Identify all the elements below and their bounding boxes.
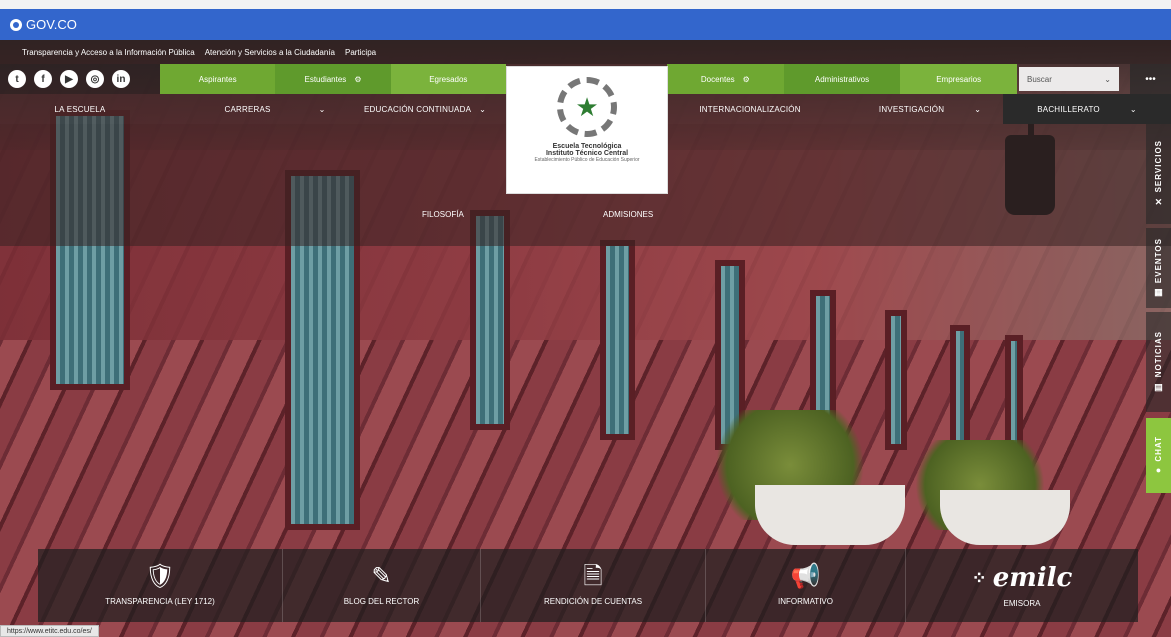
submenu-admisiones[interactable]: ADMISIONES [603,210,653,219]
audience-label: Docentes [700,74,735,84]
quick-link-label: RENDICIÓN DE CUENTAS [543,597,643,606]
radio-waves-icon: ⁘ [971,567,987,589]
institution-logo[interactable]: ★ Escuela Tecnológica Instituto Técnico … [506,66,668,194]
quick-link-blog[interactable]: ✎ BLOG DEL RECTOR [283,549,481,622]
audience-label: Empresarios [936,74,982,84]
rail-label: EVENTOS [1154,237,1163,284]
search-icon[interactable]: ⌄ [1104,75,1111,84]
building-window [885,310,907,450]
audience-right-group: Docentes ⚙ Administrativos Empresarios [667,64,1018,94]
menu-label: EDUCACIÓN CONTINUADA [363,104,472,114]
chevron-down-icon: ⌄ [479,104,487,114]
facebook-icon[interactable]: f [34,70,52,88]
rail-servicios[interactable]: SERVICIOS ✕ [1146,124,1171,224]
rail-label: CHAT [1154,435,1163,462]
chevron-down-icon: ⌄ [1129,104,1137,114]
rail-noticias[interactable]: NOTICIAS ▤ [1146,312,1171,412]
gear-logo-icon: ★ [557,77,617,137]
logo-line-1: Escuela Tecnológica [552,143,622,150]
audience-docentes[interactable]: Docentes ⚙ [667,64,784,94]
flower-pot [755,485,905,545]
social-links: t f ▶ ◎ in [0,64,160,94]
quick-link-label: TRANSPARENCIA (LEY 1712) [105,597,215,606]
audience-label: Aspirantes [198,74,237,84]
browser-top-strip [0,0,1171,9]
audience-label: Administrativos [814,74,870,84]
logo-line-2: Instituto Técnico Central [545,150,629,157]
building-window [600,240,635,440]
quick-link-rendicion[interactable]: 🗎 RENDICIÓN DE CUENTAS [481,549,706,622]
transparency-bar: Transparencia y Acceso a la Información … [0,40,1171,64]
menu-item-bachillerato[interactable]: BACHILLERATO ⌄ [1003,94,1171,124]
quick-link-transparencia[interactable]: 🛡 TRANSPARENCIA (LEY 1712) [38,549,283,622]
chat-icon: ● [1155,465,1162,476]
flower-pot [940,490,1070,545]
shield-check-icon: 🛡 [144,563,176,590]
quick-link-label: EMISORA [1003,599,1041,608]
audience-left-group: Aspirantes Estudiantes ⚙ Egresados [160,64,506,94]
rail-label: SERVICIOS [1154,140,1163,193]
browser-status-url: https://www.etitc.edu.co/es/ [0,625,99,637]
emilc-logo: ⁘ emilc [972,563,1073,593]
close-icon: ✕ [1154,196,1163,207]
document-search-icon: 🗎 [583,563,603,590]
quick-link-emisora[interactable]: ⁘ emilc EMISORA [906,549,1138,622]
twitter-icon[interactable]: t [8,70,26,88]
audience-egresados[interactable]: Egresados [390,64,506,94]
menu-label: INTERNACIONALIZACIÓN [699,104,801,114]
megaphone-icon: 📢 [790,563,821,590]
audience-label: Egresados [429,74,468,84]
quick-link-informativo[interactable]: 📢 INFORMATIVO [706,549,906,622]
chevron-down-icon: ⌄ [974,104,982,114]
news-icon: ▤ [1154,381,1163,392]
quick-link-label: BLOG DEL RECTOR [343,597,420,606]
audience-aspirantes[interactable]: Aspirantes [160,64,276,94]
gov-label[interactable]: GOV.CO [26,17,77,32]
quick-links-bar: 🛡 TRANSPARENCIA (LEY 1712) ✎ BLOG DEL RE… [38,549,1138,622]
menu-item-escuela[interactable]: LA ESCUELA [40,94,120,124]
calendar-icon: ▦ [1154,287,1163,298]
logo-line-3: Establecimiento Público de Educación Sup… [534,157,640,163]
menu-item-carreras[interactable]: CARRERAS ⌄ [210,94,340,124]
instagram-icon[interactable]: ◎ [86,70,104,88]
search-box[interactable]: Buscar ⌄ [1019,67,1119,91]
building-window [1005,335,1023,455]
edit-document-icon: ✎ [371,563,392,590]
rail-label: NOTICIAS [1154,331,1163,378]
audience-estudiantes[interactable]: Estudiantes ⚙ [275,64,391,94]
menu-label: INVESTIGACIÓN [878,104,945,114]
audience-label: Estudiantes [304,74,347,84]
gear-icon: ⚙ [742,74,750,84]
participa-link[interactable]: Participa [345,48,376,57]
menu-item-investigacion[interactable]: INVESTIGACIÓN ⌄ [860,94,1000,124]
chevron-down-icon: ⌄ [318,104,326,114]
transparency-link[interactable]: Transparencia y Acceso a la Información … [22,48,195,57]
citizen-services-link[interactable]: Atención y Servicios a la Ciudadanía [205,48,335,57]
rail-chat[interactable]: CHAT ● [1146,418,1171,493]
more-options-icon[interactable]: ••• [1130,64,1171,94]
gov-bar: GOV.CO [0,9,1171,40]
audience-administrativos[interactable]: Administrativos [783,64,901,94]
submenu-filosofia[interactable]: FILOSOFÍA [422,210,464,219]
menu-label: BACHILLERATO [1037,104,1100,114]
menu-label: LA ESCUELA [54,104,106,114]
youtube-icon[interactable]: ▶ [60,70,78,88]
quick-link-label: INFORMATIVO [778,597,833,606]
gear-icon: ⚙ [354,74,362,84]
rail-eventos[interactable]: EVENTOS ▦ [1146,228,1171,308]
linkedin-icon[interactable]: in [112,70,130,88]
gov-logo-icon [10,18,22,31]
right-rail: SERVICIOS ✕ EVENTOS ▦ NOTICIAS ▤ CHAT ● [1146,124,1171,574]
emilc-logo-text: emilc [992,563,1073,593]
menu-item-educacion-continuada[interactable]: EDUCACIÓN CONTINUADA ⌄ [345,94,505,124]
search-label: Buscar [1027,74,1052,84]
menu-label: CARRERAS [224,104,271,114]
star-icon: ★ [575,92,599,122]
building-window [950,325,970,455]
menu-item-internacionalizacion[interactable]: INTERNACIONALIZACIÓN [680,94,820,124]
audience-empresarios[interactable]: Empresarios [900,64,1018,94]
